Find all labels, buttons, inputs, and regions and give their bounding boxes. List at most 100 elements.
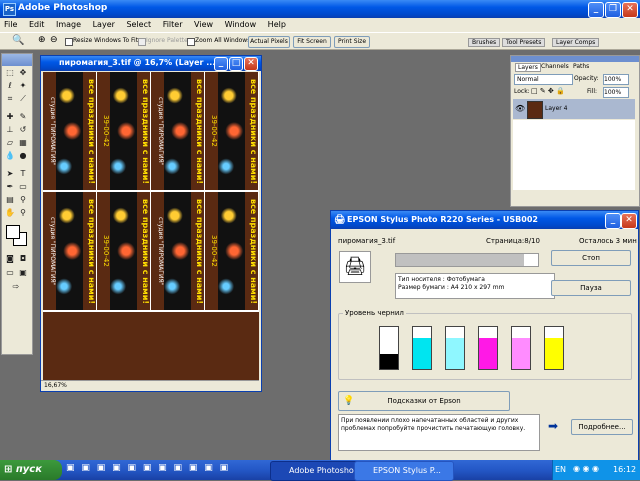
zoom-tool-box-icon[interactable]: ⚲ xyxy=(18,208,28,218)
app-title-bar: Ps Adobe Photoshop _ ❐ ✕ xyxy=(0,0,640,18)
tab-channels[interactable]: Channels xyxy=(541,63,569,70)
lasso-tool-icon[interactable]: ℓ xyxy=(5,81,15,91)
fireworks-image xyxy=(110,192,137,310)
opacity-field[interactable]: 100% xyxy=(603,74,629,85)
move-tool-icon[interactable]: ✥ xyxy=(18,68,28,78)
document-canvas[interactable]: студия "ПИРОМАГИЯ" все праздники с нами!… xyxy=(43,72,259,380)
screen-mode-2-icon[interactable]: ▣ xyxy=(18,268,28,278)
start-button[interactable]: ⊞ пуск xyxy=(0,460,62,480)
type-tool-icon[interactable]: T xyxy=(18,169,28,179)
pen-tool-icon[interactable]: ✒ xyxy=(5,182,15,192)
layer-thumbnail xyxy=(527,101,543,119)
poster-slogan: все праздники с нами! xyxy=(141,78,150,184)
slice-tool-icon[interactable]: ⟋ xyxy=(18,94,28,104)
menu-filter[interactable]: Filter xyxy=(163,20,183,29)
poster-slogan: все праздники с нами! xyxy=(195,78,204,184)
language-indicator[interactable]: EN xyxy=(555,465,566,474)
imageready-icon[interactable]: ⇨ xyxy=(11,282,21,292)
pause-button[interactable]: Пауза xyxy=(551,280,631,296)
stop-button[interactable]: Стоп xyxy=(551,250,631,266)
tab-layer-comps[interactable]: Layer Comps xyxy=(552,38,600,47)
poster-tile: 39-00-42 все праздники с нами! xyxy=(205,72,258,190)
print-size-button[interactable]: Print Size xyxy=(334,36,370,48)
tab-brushes[interactable]: Brushes xyxy=(468,38,501,47)
tip-text: При появлении плохо напечатанных областе… xyxy=(341,417,526,432)
eyedropper-icon[interactable]: ⚲ xyxy=(18,195,28,205)
menu-image[interactable]: Image xyxy=(56,20,81,29)
menu-window[interactable]: Window xyxy=(225,20,257,29)
screen-mode-1-icon[interactable]: ▭ xyxy=(5,268,15,278)
menu-view[interactable]: View xyxy=(194,20,213,29)
zoom-in-icon[interactable]: ⊕ xyxy=(38,35,46,45)
menu-select[interactable]: Select xyxy=(126,20,151,29)
history-brush-icon[interactable]: ↺ xyxy=(18,125,28,135)
marquee-tool-icon[interactable]: ⬚ xyxy=(5,68,15,78)
ink-cartridge xyxy=(412,326,432,370)
more-details-button[interactable]: Подробнее... xyxy=(571,419,633,435)
resize-windows-checkbox[interactable] xyxy=(65,38,73,46)
epson-tips-label: Подсказки от Epson xyxy=(387,397,461,405)
blend-mode-select[interactable]: Normal xyxy=(514,74,573,85)
poster-slogan: все праздники с нами! xyxy=(141,198,150,304)
standard-mode-icon[interactable]: ◘ xyxy=(18,254,28,264)
epson-tips-button[interactable]: 💡 Подсказки от Epson xyxy=(338,391,510,411)
menu-edit[interactable]: Edit xyxy=(29,20,45,29)
layer-row[interactable]: 👁 Layer 4 xyxy=(513,99,635,119)
menu-file[interactable]: File xyxy=(4,20,17,29)
ignore-palettes-label: Ignore Palettes xyxy=(146,37,191,44)
epson-close-button[interactable]: ✕ xyxy=(621,213,637,229)
clone-stamp-icon[interactable]: ⊥ xyxy=(5,125,15,135)
path-selection-icon[interactable]: ➤ xyxy=(5,169,15,179)
close-button[interactable]: ✕ xyxy=(622,2,638,18)
lock-icons[interactable]: □ ✎ ✥ 🔒 xyxy=(531,87,565,95)
magic-wand-icon[interactable]: ✦ xyxy=(18,81,28,91)
hand-tool-icon[interactable]: ✋ xyxy=(5,208,15,218)
printer-icon: 🖨 xyxy=(339,251,371,283)
gradient-tool-icon[interactable]: ▦ xyxy=(18,138,28,148)
minimize-button[interactable]: _ xyxy=(588,2,604,18)
ignore-palettes-checkbox[interactable] xyxy=(138,38,146,46)
foreground-color-swatch[interactable] xyxy=(6,225,20,239)
lightbulb-icon: 💡 xyxy=(343,396,355,406)
tab-layers[interactable]: Layers xyxy=(515,63,541,72)
menu-layer[interactable]: Layer xyxy=(93,20,115,29)
poster-brand: студия "ПИРОМАГИЯ" xyxy=(157,96,164,166)
doc-maximize-button[interactable]: □ xyxy=(229,57,243,71)
epson-status-window: 🖨 EPSON Stylus Photo R220 Series - USB00… xyxy=(330,210,639,462)
fireworks-image xyxy=(218,192,245,310)
tray-icons[interactable]: ◉ ◉ ◉ xyxy=(573,464,599,473)
document-window: пиромагия_3.tif @ 16,7% (Layer ... _ □ ✕… xyxy=(40,55,262,392)
actual-pixels-button[interactable]: Actual Pixels xyxy=(248,36,290,48)
doc-minimize-button[interactable]: _ xyxy=(214,57,228,71)
zoom-out-icon[interactable]: ⊖ xyxy=(50,35,58,45)
fit-screen-button[interactable]: Fit Screen xyxy=(293,36,331,48)
doc-close-button[interactable]: ✕ xyxy=(244,57,258,71)
tab-paths[interactable]: Paths xyxy=(573,63,589,70)
palette-well: Brushes Tool Presets Layer Comps xyxy=(466,37,636,47)
crop-tool-icon[interactable]: ⌗ xyxy=(5,94,15,104)
healing-brush-icon[interactable]: ✚ xyxy=(5,112,15,122)
poster-tile: студия "ПИРОМАГИЯ" все праздники с нами! xyxy=(151,72,204,190)
shape-tool-icon[interactable]: ▭ xyxy=(18,182,28,192)
epson-minimize-button[interactable]: _ xyxy=(605,213,621,229)
restore-button[interactable]: ❐ xyxy=(605,2,621,18)
zoom-all-checkbox[interactable] xyxy=(187,38,195,46)
blur-tool-icon[interactable]: 💧 xyxy=(5,151,15,161)
task-epson[interactable]: EPSON Stylus P... xyxy=(354,461,454,481)
zoom-level[interactable]: 16,67% xyxy=(44,382,67,389)
zoom-tool-icon[interactable]: 🔍 xyxy=(12,35,24,46)
dodge-tool-icon[interactable]: ● xyxy=(18,151,28,161)
fireworks-image xyxy=(56,192,83,310)
poster-phone: 39-00-42 xyxy=(210,235,218,267)
notes-tool-icon[interactable]: ▤ xyxy=(5,195,15,205)
menu-help[interactable]: Help xyxy=(268,20,286,29)
brush-tool-icon[interactable]: ✎ xyxy=(18,112,28,122)
time-remaining: Осталось 3 мин xyxy=(579,237,637,245)
quick-mask-icon[interactable]: ◙ xyxy=(5,254,15,264)
eraser-tool-icon[interactable]: ▱ xyxy=(5,138,15,148)
tab-tool-presets[interactable]: Tool Presets xyxy=(502,38,546,47)
media-info-box: Тип носителя : Фотобумага Размер бумаги … xyxy=(395,273,555,299)
menu-bar: File Edit Image Layer Select Filter View… xyxy=(0,18,640,32)
fill-field[interactable]: 100% xyxy=(603,87,629,98)
eye-icon[interactable]: 👁 xyxy=(515,104,525,113)
